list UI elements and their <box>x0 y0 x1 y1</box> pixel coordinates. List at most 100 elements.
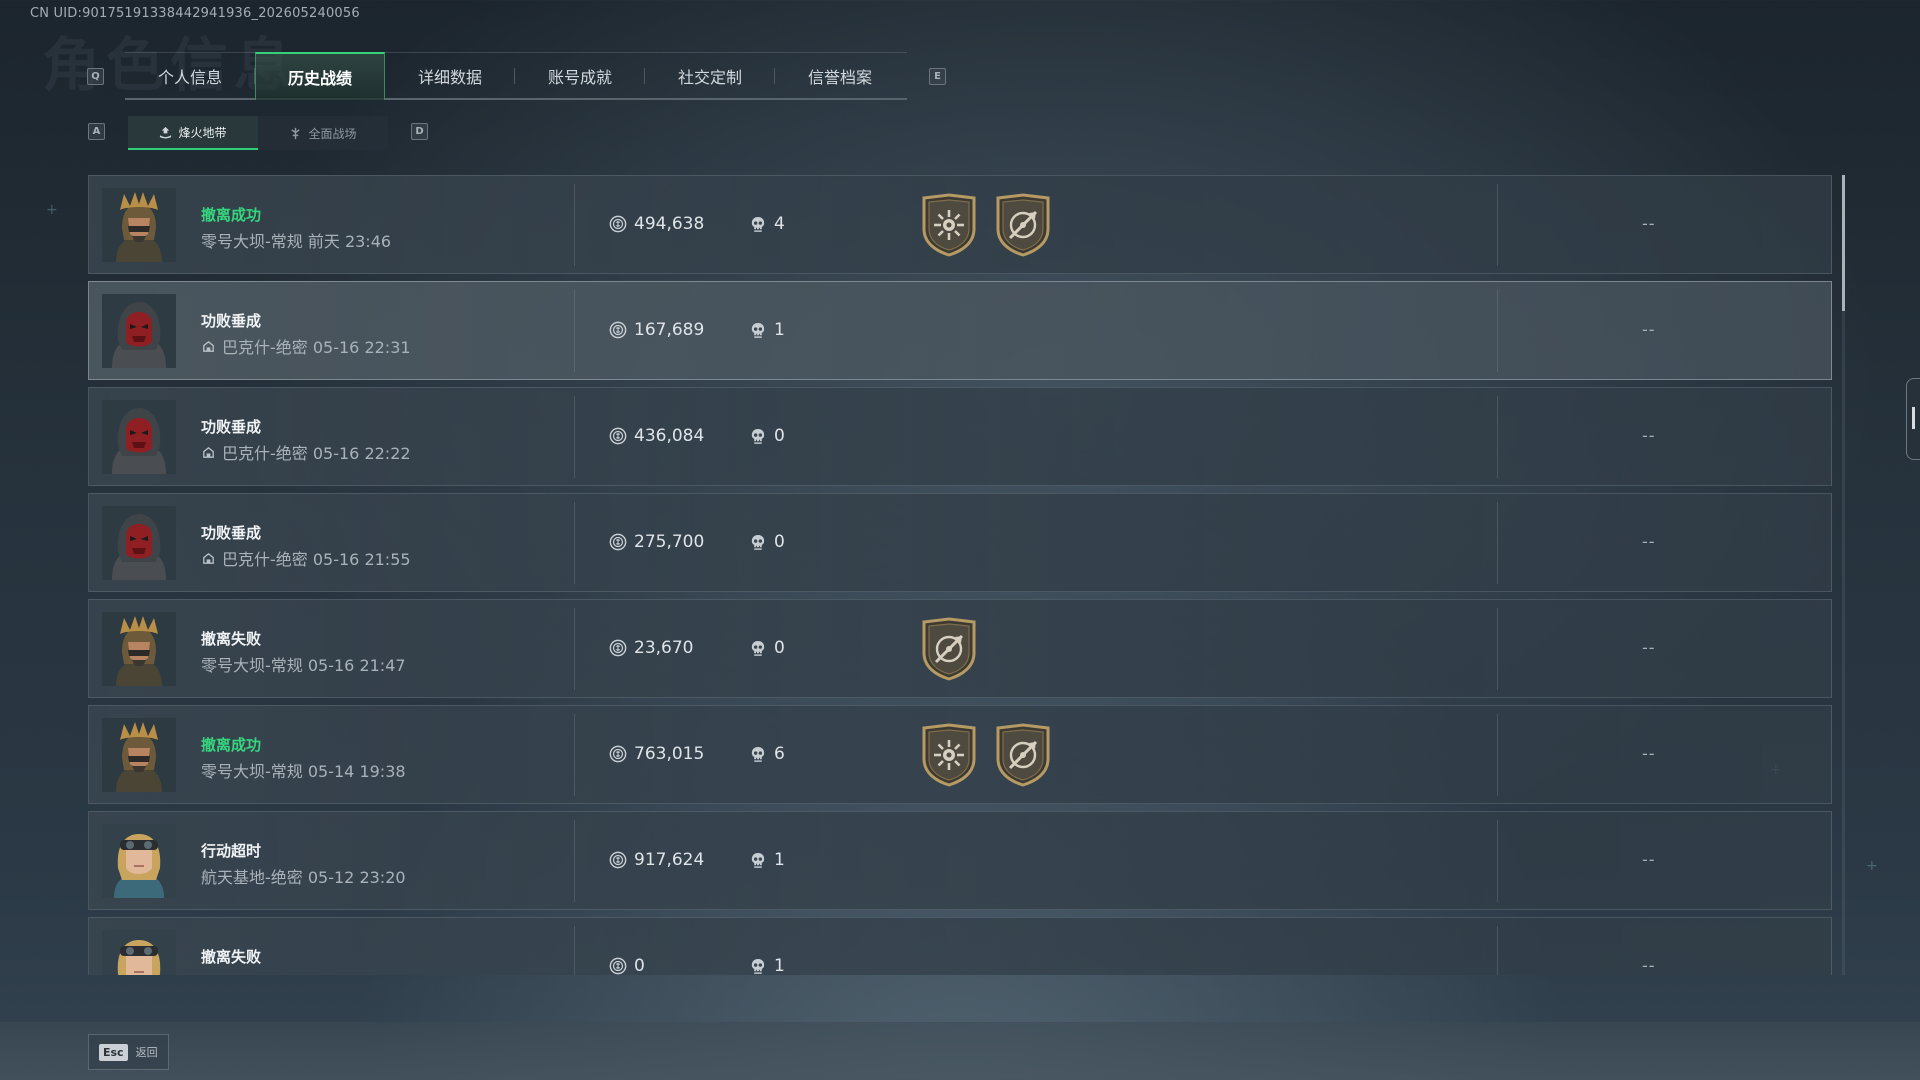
coin-icon <box>609 215 627 233</box>
match-result: 撤离失败 <box>201 948 262 966</box>
operator-avatar <box>102 400 176 474</box>
coin-icon <box>609 957 627 975</box>
kill-count: 6 <box>750 744 785 764</box>
skull-icon <box>750 534 766 551</box>
match-row[interactable]: 功败垂成 巴克什-绝密 05-16 21:55 275,700 0 -- <box>88 493 1832 592</box>
subtab-hazard-zone[interactable]: 烽火地带 <box>128 116 258 150</box>
match-row[interactable]: 撤离失败 0 1 -- <box>88 917 1832 975</box>
tab-personal-info[interactable]: 个人信息 <box>125 53 255 99</box>
achievement-badges <box>920 723 1052 787</box>
match-result: 功败垂成 <box>201 524 262 542</box>
row-divider <box>574 396 575 478</box>
loot-value: 275,700 <box>609 532 704 552</box>
operator-avatar <box>102 930 176 975</box>
match-history-list[interactable]: 撤离成功 零号大坝-常规 前天 23:46 494,638 4 -- 功败垂成 <box>88 175 1832 975</box>
extra-info: -- <box>1642 320 1656 339</box>
match-row[interactable]: 撤离成功 零号大坝-常规 前天 23:46 494,638 4 -- <box>88 175 1832 274</box>
next-tab-key[interactable]: E <box>929 68 946 85</box>
back-button[interactable]: Esc 返回 <box>88 1034 169 1070</box>
extra-info: -- <box>1642 426 1656 445</box>
loot-value: 917,624 <box>609 850 704 870</box>
skull-icon <box>750 958 766 975</box>
coin-icon <box>609 639 627 657</box>
loot-value-text: 436,084 <box>634 426 705 446</box>
match-result: 功败垂成 <box>201 312 262 330</box>
tab-detailed-data[interactable]: 详细数据 <box>385 53 515 99</box>
tab-social[interactable]: 社交定制 <box>645 53 775 99</box>
loot-value: 167,689 <box>609 320 704 340</box>
tab-label: 详细数据 <box>417 67 482 87</box>
coin-icon <box>609 745 627 763</box>
match-result: 撤离成功 <box>201 736 262 754</box>
map-time-text: 巴克什-绝密 05-16 22:22 <box>222 444 411 463</box>
extra-info: -- <box>1642 956 1656 975</box>
match-map-time: 巴克什-绝密 05-16 21:55 <box>201 546 411 570</box>
match-result: 撤离成功 <box>201 206 262 224</box>
match-row[interactable]: 行动超时 航天基地-绝密 05-12 23:20 917,624 1 -- <box>88 811 1832 910</box>
row-divider <box>1497 184 1498 266</box>
loot-value-text: 763,015 <box>634 744 705 764</box>
loot-value-text: 494,638 <box>634 214 705 234</box>
kill-count: 4 <box>750 214 785 234</box>
coin-icon <box>609 533 627 551</box>
map-time-text: 巴克什-绝密 05-16 21:55 <box>222 550 411 569</box>
extra-info: -- <box>1642 744 1656 763</box>
coin-icon <box>609 427 627 445</box>
back-label: 返回 <box>135 1046 158 1059</box>
row-divider <box>574 926 575 975</box>
footer-bar <box>0 1022 1920 1080</box>
kill-count-text: 1 <box>774 320 785 340</box>
match-result: 行动超时 <box>201 842 262 860</box>
tab-reputation[interactable]: 信誉档案 <box>775 53 905 99</box>
row-divider <box>1497 714 1498 796</box>
mode-icon <box>201 339 216 354</box>
achievement-badges <box>920 617 978 681</box>
subtab-label: 全面战场 <box>308 126 357 141</box>
coin-icon <box>609 851 627 869</box>
tab-label: 社交定制 <box>677 67 742 87</box>
match-map-time: 零号大坝-常规 前天 23:46 <box>201 228 391 252</box>
kill-count-text: 4 <box>774 214 785 234</box>
match-row[interactable]: 功败垂成 巴克什-绝密 05-16 22:22 436,084 0 -- <box>88 387 1832 486</box>
extra-info: -- <box>1642 532 1656 551</box>
side-panel-handle[interactable] <box>1906 378 1920 460</box>
prev-subtab-key[interactable]: A <box>88 123 105 140</box>
compass-badge-icon <box>994 193 1052 257</box>
extraction-mode-icon <box>160 126 172 139</box>
row-divider <box>1497 396 1498 478</box>
operator-avatar <box>102 506 176 580</box>
extra-info: -- <box>1642 638 1656 657</box>
sun-badge-icon <box>920 193 978 257</box>
operator-avatar <box>102 718 176 792</box>
scrollbar-thumb[interactable] <box>1842 175 1845 311</box>
tab-label: 账号成就 <box>547 67 612 87</box>
row-divider <box>574 290 575 372</box>
kill-count: 1 <box>750 320 785 340</box>
match-map-time: 巴克什-绝密 05-16 22:22 <box>201 440 411 464</box>
skull-icon <box>750 322 766 339</box>
match-row[interactable]: 功败垂成 巴克什-绝密 05-16 22:31 167,689 1 -- <box>88 281 1832 380</box>
row-divider <box>574 502 575 584</box>
loot-value: 494,638 <box>609 214 704 234</box>
map-time-text: 零号大坝-常规 前天 23:46 <box>201 232 392 251</box>
mode-icon <box>201 551 216 566</box>
loot-value-text: 0 <box>634 956 645 975</box>
compass-badge-icon <box>994 723 1052 787</box>
match-row[interactable]: 撤离成功 零号大坝-常规 05-14 19:38 763,015 6 -- <box>88 705 1832 804</box>
match-row[interactable]: 撤离失败 零号大坝-常规 05-16 21:47 23,670 0 -- <box>88 599 1832 698</box>
loot-value-text: 275,700 <box>634 532 705 552</box>
operator-avatar <box>102 824 176 898</box>
tab-label: 历史战绩 <box>287 68 352 88</box>
next-subtab-key[interactable]: D <box>411 123 428 140</box>
operator-avatar <box>102 612 176 686</box>
kill-count-text: 1 <box>774 956 785 975</box>
row-divider <box>574 820 575 902</box>
prev-tab-key[interactable]: Q <box>87 68 104 85</box>
subtab-full-battlefield[interactable]: 全面战场 <box>258 116 388 150</box>
tab-achievements[interactable]: 账号成就 <box>515 53 645 99</box>
row-divider <box>574 714 575 796</box>
tab-match-history[interactable]: 历史战绩 <box>255 51 385 100</box>
kill-count: 0 <box>750 532 785 552</box>
kill-count-text: 0 <box>774 532 785 552</box>
main-tab-bar: 个人信息 历史战绩 详细数据 账号成就 社交定制 信誉档案 <box>125 51 907 100</box>
